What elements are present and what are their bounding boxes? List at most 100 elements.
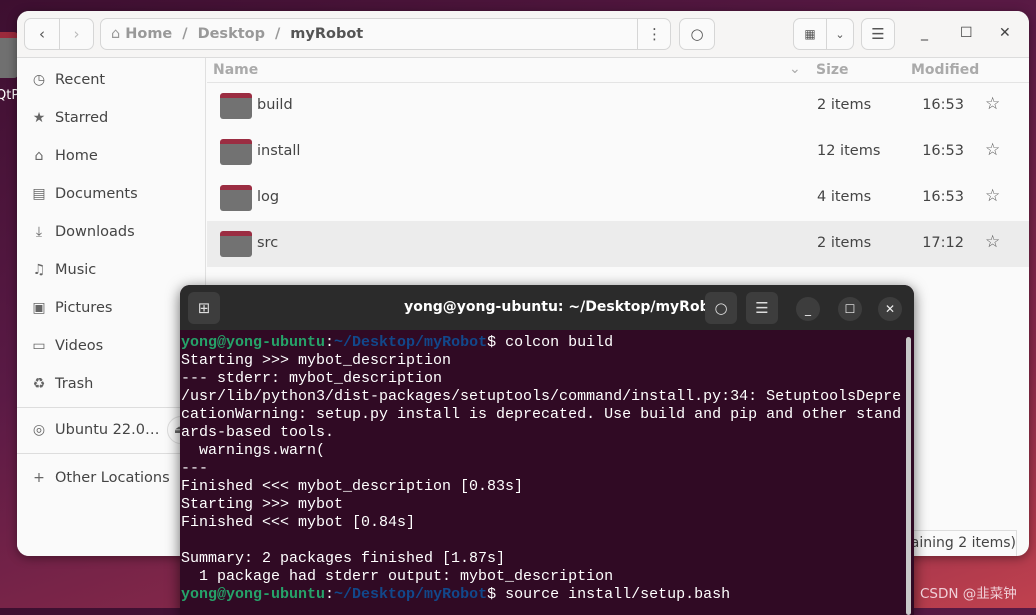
star-icon[interactable]: ☆: [985, 186, 1000, 206]
picture-icon: ▣: [32, 300, 46, 316]
minimize-icon: _: [805, 302, 811, 316]
sidebar-item-label: Starred: [55, 110, 109, 126]
music-icon: ♫: [32, 262, 46, 278]
search-button[interactable]: ○: [679, 18, 715, 50]
breadcrumb: ⌂ Home / Desktop / myRobot: [100, 18, 671, 50]
file-size: 2 items: [817, 97, 872, 113]
desktop-folder-icon[interactable]: [0, 32, 18, 78]
maximize-icon: ☐: [844, 302, 856, 316]
divider: [17, 407, 206, 408]
prompt-path: ~/Desktop/myRobot: [334, 586, 488, 603]
sidebar-item-label: Home: [55, 148, 98, 164]
menu-button[interactable]: ☰: [861, 18, 895, 50]
sidebar-item-label: Videos: [55, 338, 104, 354]
folder-icon: [220, 139, 252, 165]
folder-icon: [220, 93, 252, 119]
hamburger-icon: ☰: [871, 25, 885, 43]
terminal-maximize-button[interactable]: ☐: [838, 297, 862, 321]
command-output: Starting >>> mybot_description --- stder…: [181, 352, 902, 585]
prompt-path: ~/Desktop/myRobot: [334, 334, 488, 351]
column-size[interactable]: Size: [816, 62, 849, 78]
path-menu-button[interactable]: ⋮: [637, 18, 671, 50]
sidebar-item-label: Other Locations: [55, 470, 170, 486]
close-button[interactable]: ✕: [999, 25, 1011, 41]
crumb-current[interactable]: myRobot: [290, 26, 363, 42]
sidebar-item-videos[interactable]: ▭ Videos: [31, 334, 103, 358]
back-button[interactable]: ‹: [24, 18, 60, 50]
sidebar-item-label: Pictures: [55, 300, 113, 316]
home-icon: ⌂: [111, 26, 121, 42]
sidebar-item-label: Documents: [55, 186, 138, 202]
file-name: log: [257, 189, 280, 205]
document-icon: ▤: [32, 186, 46, 202]
sidebar-item-starred[interactable]: ★ Starred: [31, 106, 109, 130]
sidebar-item-pictures[interactable]: ▣ Pictures: [31, 296, 112, 320]
sidebar-item-label: Trash: [55, 376, 94, 392]
file-row[interactable]: src 2 items 17:12 ☆: [207, 221, 1029, 267]
trash-icon: ♻: [32, 376, 46, 392]
terminal-menu-button[interactable]: ☰: [746, 292, 778, 324]
file-row[interactable]: log 4 items 16:53 ☆: [207, 175, 1029, 221]
hamburger-icon: ☰: [755, 299, 769, 317]
crumb-home[interactable]: Home: [125, 26, 172, 42]
chevron-right-icon: ›: [73, 25, 80, 43]
sort-chevron-icon[interactable]: ⌄: [789, 61, 801, 77]
chevron-left-icon: ‹: [39, 25, 45, 43]
file-size: 2 items: [817, 235, 872, 251]
crumb-desktop[interactable]: Desktop: [198, 26, 265, 42]
sidebar-item-music[interactable]: ♫ Music: [31, 258, 97, 282]
grid-view-button[interactable]: ▦: [793, 18, 827, 50]
file-size: 4 items: [817, 189, 872, 205]
sidebar-item-other-locations[interactable]: + Other Locations: [31, 466, 170, 490]
search-icon: ○: [690, 25, 704, 43]
sidebar: ◷ Recent ★ Starred ⌂ Home ▤ Documents ⤓ Downloads…: [17, 58, 206, 556]
file-size: 12 items: [817, 143, 881, 159]
home-icon: ⌂: [34, 148, 44, 164]
sidebar-item-trash[interactable]: ♻ Trash: [31, 372, 94, 396]
file-modified: 16:53: [922, 97, 964, 113]
sidebar-item-recent[interactable]: ◷ Recent: [31, 68, 105, 92]
grid-icon: ▦: [804, 27, 816, 41]
star-icon[interactable]: ☆: [985, 140, 1000, 160]
sidebar-item-drive[interactable]: ◎ Ubuntu 22.0…: [31, 418, 160, 442]
star-icon[interactable]: ☆: [985, 232, 1000, 252]
minimize-button[interactable]: _: [921, 25, 928, 41]
minimize-icon: _: [921, 25, 928, 41]
view-options-button[interactable]: ⌄: [826, 18, 854, 50]
sidebar-item-label: Downloads: [55, 224, 135, 240]
terminal-minimize-button[interactable]: _: [796, 297, 820, 321]
star-icon[interactable]: ☆: [985, 94, 1000, 114]
folder-icon: [220, 185, 252, 211]
maximize-button[interactable]: ☐: [960, 25, 973, 41]
sidebar-item-documents[interactable]: ▤ Documents: [31, 182, 138, 206]
file-row[interactable]: install 12 items 16:53 ☆: [207, 129, 1029, 175]
file-row[interactable]: build 2 items 16:53 ☆: [207, 83, 1029, 129]
sidebar-item-home[interactable]: ⌂ Home: [31, 144, 98, 168]
file-name: build: [257, 97, 293, 113]
watermark: CSDN @韭菜钟: [920, 586, 1017, 602]
header-bar: ‹ › ⌂ Home / Desktop / myRobot ⋮ ○ ▦ ⌄ ☰ _…: [17, 11, 1029, 58]
file-name: src: [257, 235, 279, 251]
maximize-icon: ☐: [960, 25, 973, 41]
terminal-output[interactable]: yong@yong-ubuntu:~/Desktop/myRobot$ colc…: [180, 330, 914, 604]
column-name[interactable]: Name: [213, 62, 258, 78]
sidebar-item-downloads[interactable]: ⤓ Downloads: [31, 220, 135, 244]
close-icon: ✕: [884, 302, 896, 316]
forward-button[interactable]: ›: [59, 18, 94, 50]
terminal-titlebar: ⊞ yong@yong-ubuntu: ~/Desktop/myRobot ○ …: [180, 285, 914, 330]
column-modified[interactable]: Modified: [911, 62, 979, 78]
download-icon: ⤓: [35, 224, 43, 240]
terminal-close-button[interactable]: ✕: [878, 297, 902, 321]
sidebar-item-label: Recent: [55, 72, 106, 88]
terminal-search-button[interactable]: ○: [705, 292, 737, 324]
clock-icon: ◷: [32, 72, 46, 88]
file-modified: 17:12: [922, 235, 964, 251]
command: colcon build: [505, 334, 614, 351]
prompt-user: yong@yong-ubuntu: [181, 334, 326, 351]
star-icon: ★: [32, 110, 46, 126]
terminal-window: ⊞ yong@yong-ubuntu: ~/Desktop/myRobot ○ …: [180, 285, 914, 615]
plus-icon: +: [33, 470, 45, 486]
sidebar-item-label: Ubuntu 22.0…: [55, 422, 160, 438]
terminal-scrollbar[interactable]: [906, 337, 911, 615]
folder-icon: [220, 231, 252, 257]
